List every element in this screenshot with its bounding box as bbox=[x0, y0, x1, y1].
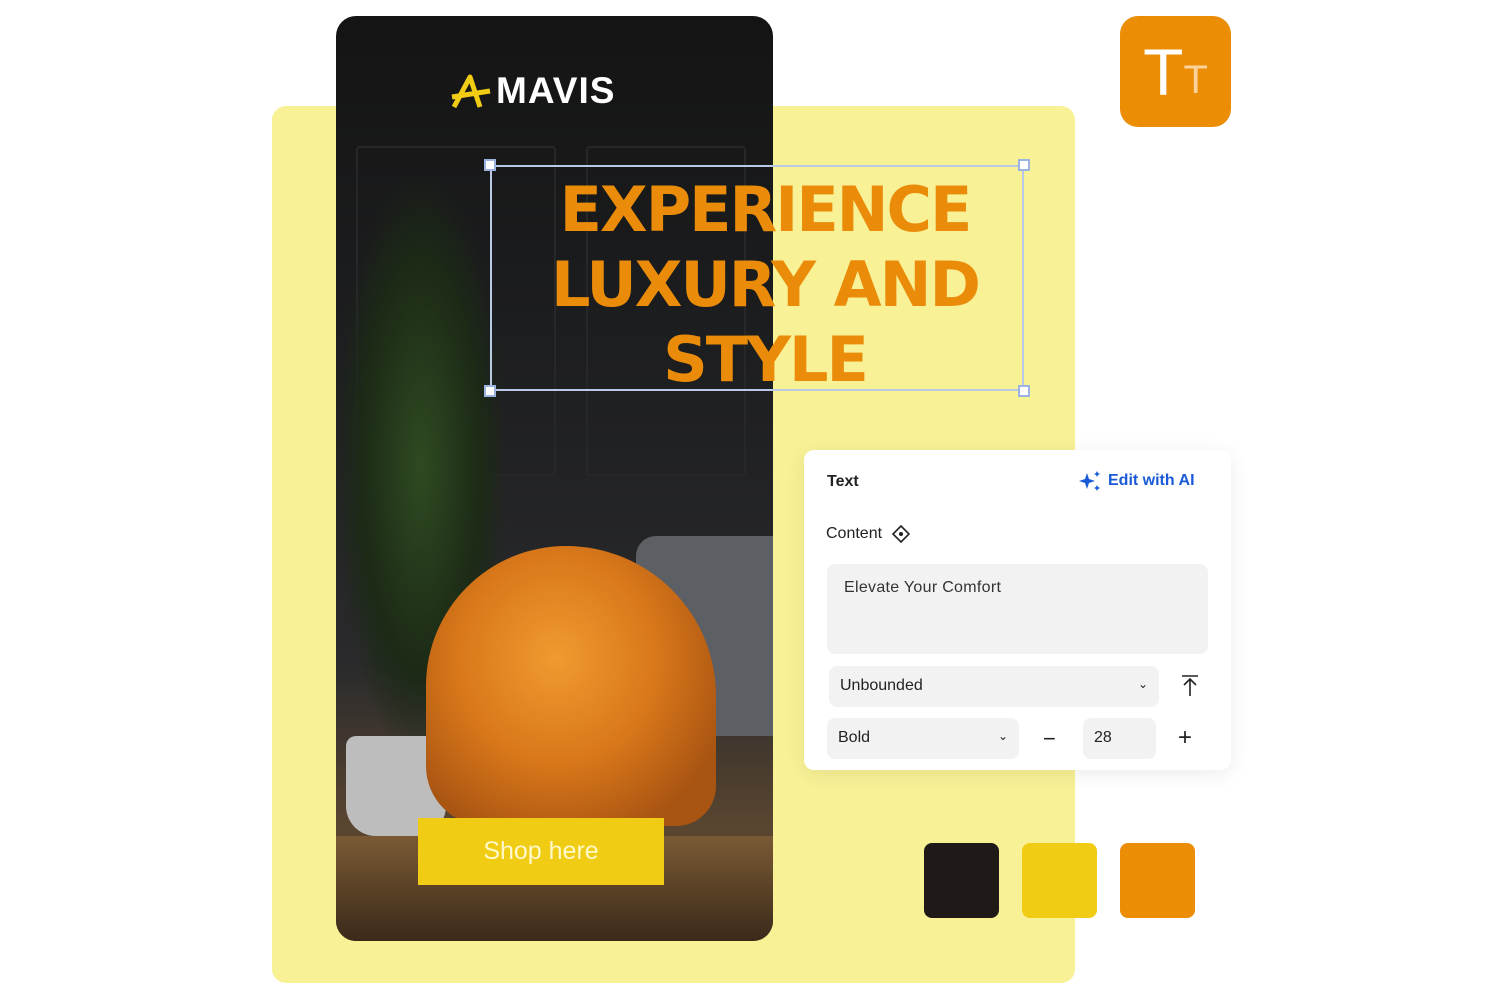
panel-title: Text bbox=[827, 473, 859, 490]
font-weight-value: Bold bbox=[838, 729, 871, 746]
selection-box[interactable] bbox=[484, 159, 1030, 397]
variable-diamond-icon[interactable] bbox=[892, 525, 911, 543]
edit-with-ai-label: Edit with AI bbox=[1108, 472, 1195, 489]
swatch-black[interactable] bbox=[924, 843, 999, 918]
content-label-row: Content bbox=[826, 525, 911, 543]
resize-handle-br[interactable] bbox=[1018, 385, 1030, 397]
edit-with-ai-button[interactable]: Edit with AI bbox=[1078, 470, 1195, 492]
content-textarea[interactable]: Elevate Your Comfort bbox=[827, 564, 1208, 654]
sparkle-icon bbox=[1079, 471, 1100, 491]
font-weight-select[interactable]: Bold ⌄ bbox=[827, 718, 1019, 759]
font-family-select[interactable]: Unbounded ⌄ bbox=[829, 666, 1159, 707]
content-label: Content bbox=[826, 525, 883, 542]
swatch-yellow[interactable] bbox=[1022, 843, 1097, 918]
chevron-down-icon: ⌄ bbox=[997, 729, 1008, 743]
font-family-value: Unbounded bbox=[840, 677, 923, 694]
resize-handle-tr[interactable] bbox=[1018, 159, 1030, 171]
text-tool-icon[interactable]: TT bbox=[1120, 16, 1231, 127]
brand-name: MAVIS bbox=[496, 70, 616, 111]
increase-size-button[interactable]: + bbox=[1178, 724, 1192, 752]
banner-preview bbox=[336, 16, 773, 941]
swatch-orange[interactable] bbox=[1120, 843, 1195, 918]
shop-here-button[interactable]: Shop here bbox=[418, 818, 664, 885]
resize-handle-tl[interactable] bbox=[484, 159, 496, 171]
logo-mark-icon bbox=[451, 74, 491, 109]
chevron-down-icon: ⌄ bbox=[1137, 677, 1148, 691]
decrease-size-button[interactable]: − bbox=[1043, 726, 1056, 752]
font-size-input[interactable]: 28 bbox=[1083, 718, 1156, 759]
align-top-icon[interactable] bbox=[1180, 674, 1200, 698]
brand-logo: MAVIS bbox=[450, 70, 615, 112]
resize-handle-bl[interactable] bbox=[484, 385, 496, 397]
text-properties-panel: Text Edit with AI Content Elevate Your C… bbox=[804, 450, 1231, 770]
